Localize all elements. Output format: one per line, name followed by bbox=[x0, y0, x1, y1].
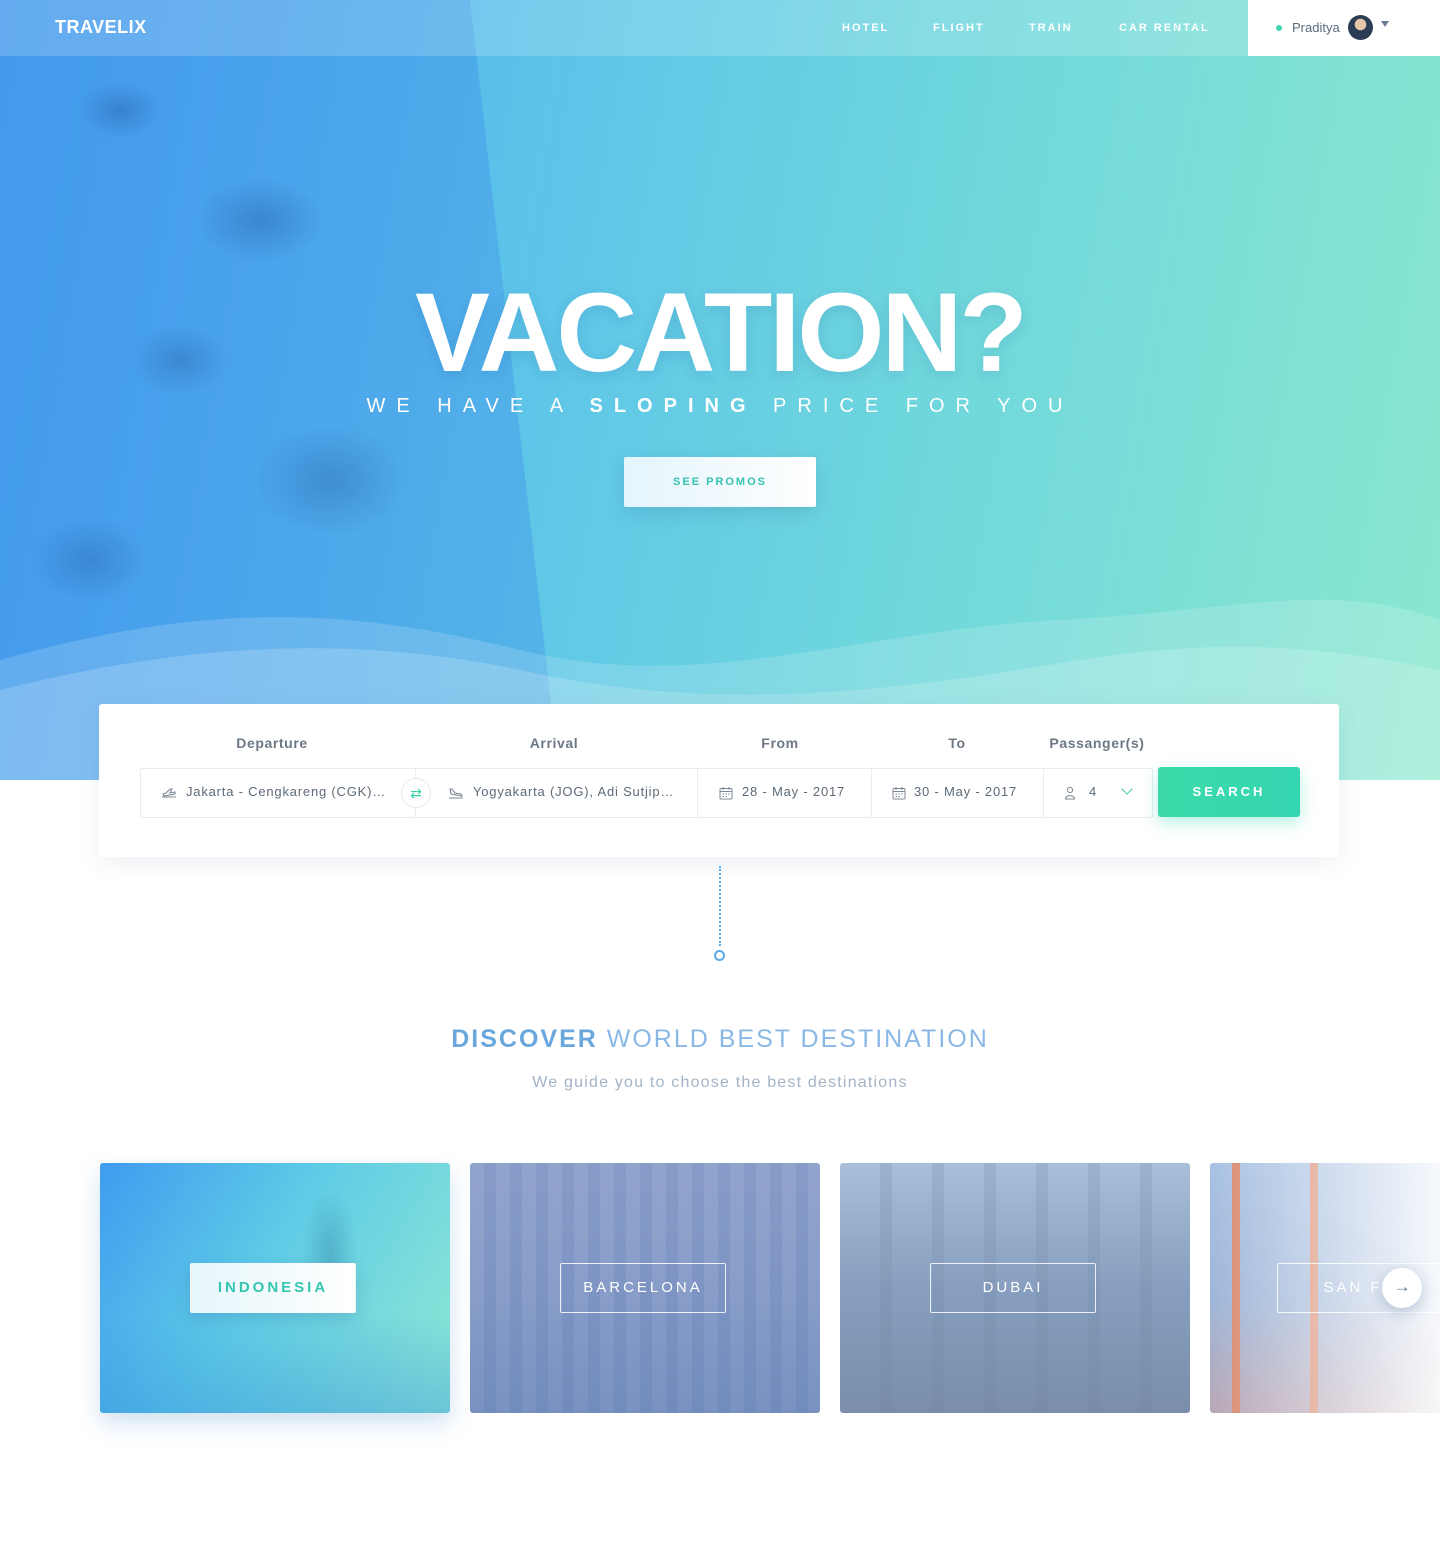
passengers-label: Passanger(s) bbox=[1049, 735, 1145, 751]
swap-icon[interactable]: ⇄ bbox=[401, 778, 431, 808]
logo[interactable]: TRAVELIX bbox=[55, 17, 147, 38]
to-date-input[interactable]: 30 - May - 2017 bbox=[914, 784, 1017, 799]
passengers-select[interactable]: 4 bbox=[1089, 784, 1097, 799]
calendar-icon bbox=[719, 786, 733, 800]
from-date-input[interactable]: 28 - May - 2017 bbox=[742, 784, 845, 799]
see-promos-button[interactable]: SEE PROMOS bbox=[624, 457, 816, 507]
connector-ring bbox=[714, 950, 725, 961]
nav-car-rental[interactable]: CAR RENTAL bbox=[1119, 22, 1210, 34]
nav-train[interactable]: TRAIN bbox=[1029, 22, 1073, 34]
hero-subtitle-bold: SLOPING bbox=[589, 395, 757, 417]
nav-hotel[interactable]: HOTEL bbox=[842, 22, 889, 34]
caret-down-icon[interactable] bbox=[1381, 21, 1389, 27]
chevron-down-icon[interactable] bbox=[1121, 783, 1133, 795]
top-nav: TRAVELIX HOTEL FLIGHT TRAIN CAR RENTAL P… bbox=[0, 0, 1440, 56]
arrival-input[interactable]: Yogyakarta (JOG), Adi Sutjip… bbox=[473, 784, 683, 799]
destination-card-barcelona[interactable]: BARCELONA bbox=[470, 1163, 820, 1413]
arrival-label: Arrival bbox=[529, 735, 579, 751]
field-divider bbox=[871, 769, 872, 817]
nav-flight[interactable]: FLIGHT bbox=[933, 22, 985, 34]
to-label: To bbox=[948, 735, 966, 751]
arrow-right-icon[interactable]: → bbox=[1382, 1268, 1422, 1308]
arrival-plane-icon bbox=[448, 786, 463, 800]
user-menu[interactable]: Praditya bbox=[1248, 0, 1440, 56]
destination-label: DUBAI bbox=[930, 1263, 1096, 1313]
hero-subtitle: WE HAVE A SLOPING PRICE FOR YOU bbox=[0, 395, 1440, 418]
person-icon bbox=[1064, 786, 1078, 800]
flight-search-panel: Departure Arrival From To Passanger(s) J… bbox=[99, 704, 1339, 857]
departure-plane-icon bbox=[161, 786, 176, 800]
destination-label: BARCELONA bbox=[560, 1263, 726, 1313]
search-fields: Jakarta - Cengkareng (CGK)… ⇄ Yogyakarta… bbox=[140, 768, 1153, 818]
discover-subtitle: We guide you to choose the best destinat… bbox=[532, 1074, 908, 1091]
online-status-dot bbox=[1276, 25, 1282, 31]
discover-title-bold: DISCOVER bbox=[451, 1025, 598, 1053]
destination-card-dubai[interactable]: DUBAI bbox=[840, 1163, 1190, 1413]
calendar-icon bbox=[892, 786, 906, 800]
destination-card-indonesia[interactable]: INDONESIA bbox=[100, 1163, 450, 1413]
discover-title-rest: WORLD BEST DESTINATION bbox=[597, 1025, 989, 1053]
from-label: From bbox=[761, 735, 799, 751]
search-button[interactable]: SEARCH bbox=[1158, 767, 1300, 817]
hero-subtitle-pre: WE HAVE A bbox=[366, 395, 590, 417]
hero-title: VACATION? bbox=[415, 270, 1028, 395]
departure-label: Departure bbox=[236, 735, 308, 751]
discover-title: DISCOVER WORLD BEST DESTINATION bbox=[0, 1025, 1440, 1054]
dotted-connector bbox=[719, 866, 721, 946]
destination-label: INDONESIA bbox=[190, 1263, 356, 1313]
avatar bbox=[1348, 15, 1373, 40]
field-divider bbox=[697, 769, 698, 817]
field-divider bbox=[1043, 769, 1044, 817]
departure-input[interactable]: Jakarta - Cengkareng (CGK)… bbox=[186, 784, 386, 799]
hero-subtitle-post: PRICE FOR YOU bbox=[756, 395, 1074, 417]
user-name: Praditya bbox=[1292, 20, 1340, 35]
